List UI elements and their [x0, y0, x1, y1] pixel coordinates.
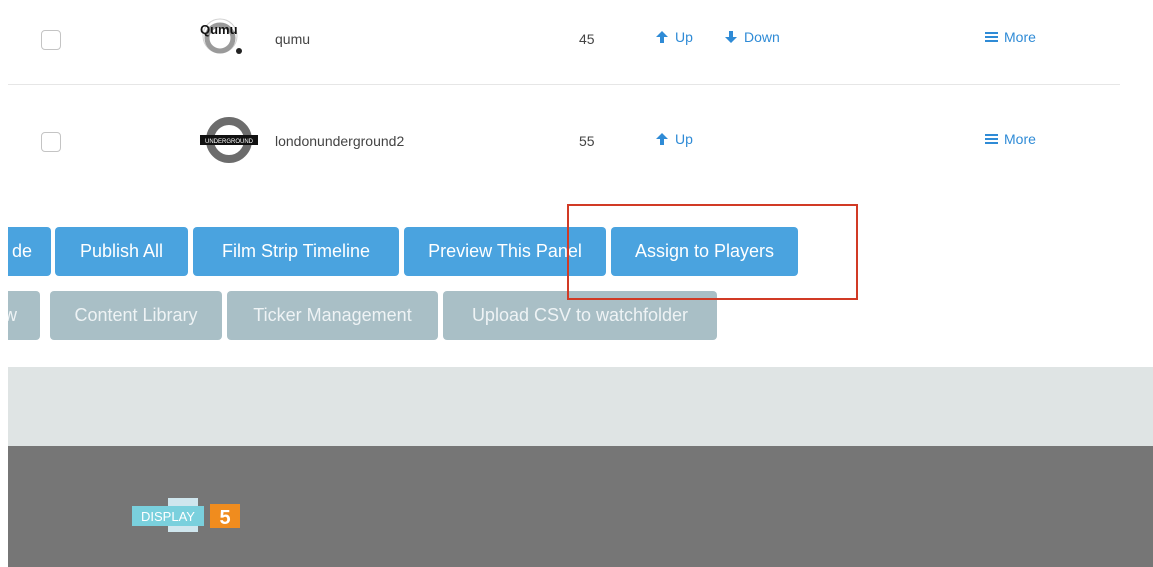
preview-this-panel-button[interactable]: Preview This Panel — [404, 227, 606, 276]
more-label: More — [1004, 131, 1036, 147]
brand-number: 5 — [219, 507, 230, 529]
item-name: qumu — [275, 31, 311, 47]
publish-all-button[interactable]: Publish All — [55, 227, 188, 276]
qumu-logo-text: Qumu — [200, 22, 238, 37]
underground-logo: UNDERGROUND — [198, 114, 258, 163]
more-button[interactable]: More — [985, 131, 1036, 147]
table-row: UNDERGROUND londonunderground2 55 Up Mor… — [8, 96, 1120, 186]
move-up-label: Up — [675, 29, 693, 45]
arrow-down-icon — [725, 31, 737, 43]
move-down-label: Down — [744, 29, 780, 45]
toolbar-button-partial[interactable]: w — [8, 291, 40, 340]
item-order: 45 — [579, 31, 595, 47]
assign-to-players-button[interactable]: Assign to Players — [611, 227, 798, 276]
display5-logo: DISPLAY 5 — [132, 496, 252, 536]
menu-icon — [985, 32, 998, 42]
qumu-logo: Qumu — [198, 16, 258, 64]
arrow-up-icon — [656, 133, 668, 145]
move-up-button[interactable]: Up — [655, 131, 693, 147]
footer: DISPLAY 5 — [8, 446, 1153, 567]
underground-logo-text: UNDERGROUND — [205, 139, 254, 145]
item-name: londonunderground2 — [275, 133, 405, 149]
more-button[interactable]: More — [985, 29, 1036, 45]
toolbar-button-partial[interactable]: de — [8, 227, 51, 276]
row-checkbox[interactable] — [41, 132, 61, 152]
ticker-management-button[interactable]: Ticker Management — [227, 291, 438, 340]
row-checkbox[interactable] — [41, 30, 61, 50]
film-strip-timeline-button[interactable]: Film Strip Timeline — [193, 227, 399, 276]
menu-icon — [985, 134, 998, 144]
move-up-button[interactable]: Up — [655, 29, 693, 45]
brand-text: DISPLAY — [141, 509, 195, 524]
arrow-up-icon — [656, 31, 668, 43]
page-gap — [8, 367, 1153, 446]
table-row: Qumu qumu 45 Up Down More — [8, 0, 1120, 85]
left-margin — [0, 0, 8, 567]
upload-csv-button[interactable]: Upload CSV to watchfolder — [443, 291, 717, 340]
move-up-label: Up — [675, 131, 693, 147]
move-down-button[interactable]: Down — [724, 29, 780, 45]
content-library-button[interactable]: Content Library — [50, 291, 222, 340]
item-order: 55 — [579, 133, 595, 149]
more-label: More — [1004, 29, 1036, 45]
content-panel: Qumu qumu 45 Up Down More UNDERGROUND lo… — [8, 0, 1153, 367]
